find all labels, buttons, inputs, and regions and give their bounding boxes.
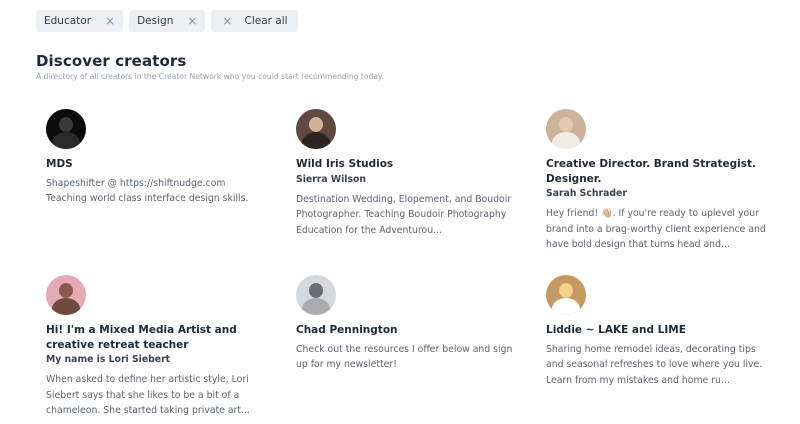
creator-card[interactable]: Creative Director. Brand Strategist. Des… [546,109,768,253]
avatar-body [552,298,580,315]
creator-name[interactable]: Creative Director. Brand Strategist. Des… [546,157,768,186]
filter-chip-design[interactable]: Design × [129,10,206,32]
close-icon[interactable]: × [105,15,115,27]
avatar[interactable] [546,109,586,149]
avatar-body [52,132,80,149]
avatar[interactable] [46,275,86,315]
creator-card[interactable]: Wild Iris Studios Sierra Wilson Destinat… [296,109,516,238]
creator-card[interactable]: Hi! I'm a Mixed Media Artist and creativ… [46,275,266,419]
creator-name[interactable]: Wild Iris Studios [296,157,516,172]
page-title: Discover creators [36,52,187,70]
avatar[interactable] [546,275,586,315]
close-icon: × [222,14,233,28]
creator-card[interactable]: MDS Shapeshifter @ https://shiftnudge.co… [46,109,266,207]
creator-description: Hey friend! 👋🏼. If you're ready to uplev… [546,208,766,250]
avatar-head [309,117,323,132]
creator-name[interactable]: MDS [46,157,266,172]
page-subtitle: A directory of all creators in the Creat… [36,72,384,81]
filter-chip-label: Design [137,15,174,27]
avatar-body [52,298,80,315]
filter-bar: Educator × Design × × Clear all [36,10,298,32]
creator-description: Check out the resources I offer below an… [296,343,513,371]
creator-description: When asked to define her artistic style,… [46,374,250,416]
avatar-head [309,283,323,298]
creator-name[interactable]: Hi! I'm a Mixed Media Artist and creativ… [46,323,266,352]
avatar-body [302,298,330,315]
avatar[interactable] [296,109,336,149]
creator-card[interactable]: Liddie ~ LAKE and LIME Sharing home remo… [546,275,768,388]
avatar-body [302,132,330,149]
creator-subname: Sarah Schrader [546,188,627,199]
creator-description: Sharing home remodel ideas, decorating t… [546,343,763,386]
close-icon[interactable]: × [187,15,197,27]
creator-description: Destination Wedding, Elopement, and Boud… [296,193,512,236]
avatar-body [552,132,580,149]
avatar-head [559,283,573,298]
creator-subname: My name is Lori Siebert [46,354,171,365]
avatar[interactable] [296,275,336,315]
avatar-head [559,117,573,132]
creator-subname: Sierra Wilson [296,173,367,185]
creator-card[interactable]: Chad Pennington Check out the resources … [296,275,516,373]
filter-chip-label: Educator [44,15,92,27]
creator-name[interactable]: Liddie ~ LAKE and LIME [546,323,768,338]
avatar-head [59,283,73,298]
filter-chip-educator[interactable]: Educator × [36,10,124,32]
clear-all-button[interactable]: × Clear all [211,10,298,32]
creator-description: Shapeshifter @ https://shiftnudge.com Te… [46,177,249,205]
avatar-head [59,117,73,132]
avatar[interactable] [46,109,86,149]
clear-all-label: Clear all [244,15,288,27]
creator-name[interactable]: Chad Pennington [296,323,516,338]
